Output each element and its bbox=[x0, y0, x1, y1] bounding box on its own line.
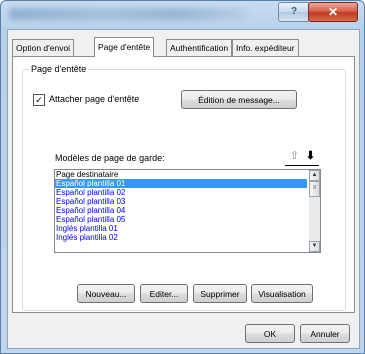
scroll-thumb[interactable]: ≡ bbox=[309, 181, 320, 197]
list-item[interactable]: Español plantilla 03 bbox=[55, 197, 307, 206]
move-down-icon[interactable]: ⬇ bbox=[304, 150, 317, 163]
cancel-button[interactable]: Annuler bbox=[300, 324, 350, 343]
list-item[interactable]: Inglés plantilla 02 bbox=[55, 233, 307, 242]
dialog-client-area: Option d'envoi Page d'entête Authentific… bbox=[7, 29, 360, 349]
list-item-selected[interactable]: Español plantilla 01 bbox=[55, 179, 307, 188]
attach-cover-page-checkbox[interactable]: ✓ bbox=[33, 94, 45, 106]
scroll-down-arrow-icon[interactable]: ▼ bbox=[309, 241, 320, 252]
cover-page-group: Page d'entête ✓ Attacher page d'entête É… bbox=[22, 64, 346, 311]
list-item[interactable]: Español plantilla 02 bbox=[55, 188, 307, 197]
delete-button[interactable]: Supprimer bbox=[193, 284, 247, 303]
tab-panel-page-entete: Page d'entête ✓ Attacher page d'entête É… bbox=[12, 56, 355, 313]
list-item[interactable]: Page destinataire bbox=[55, 170, 307, 179]
list-item[interactable]: Español plantilla 05 bbox=[55, 215, 307, 224]
group-legend: Page d'entête bbox=[29, 64, 89, 74]
attach-cover-page-label[interactable]: Attacher page d'entête bbox=[49, 94, 139, 104]
edit-message-button[interactable]: Édition de message... bbox=[181, 90, 297, 109]
window-title-blurred bbox=[9, 8, 249, 20]
cover-template-listbox[interactable]: Page destinataire Español plantilla 01 E… bbox=[54, 169, 321, 253]
templates-list-label: Modèles de page de garde: bbox=[55, 153, 165, 163]
list-item[interactable]: Inglés plantilla 01 bbox=[55, 224, 307, 233]
close-button[interactable]: ✕ bbox=[308, 2, 358, 22]
tab-option-envoi[interactable]: Option d'envoi bbox=[12, 39, 75, 56]
scroll-up-arrow-icon[interactable]: ▲ bbox=[309, 170, 320, 181]
template-list-items: Page destinataire Español plantilla 01 E… bbox=[55, 170, 307, 242]
tab-page-entete[interactable]: Page d'entête bbox=[94, 37, 155, 57]
tab-info-expediteur[interactable]: Info. expéditeur bbox=[232, 39, 299, 56]
help-button[interactable]: ? bbox=[278, 2, 310, 22]
list-item[interactable]: Español plantilla 04 bbox=[55, 206, 307, 215]
edit-button[interactable]: Editer... bbox=[140, 284, 188, 303]
move-up-icon[interactable]: ⇧ bbox=[288, 150, 301, 163]
dialog-window: ? ✕ Option d'envoi Page d'entête Authent… bbox=[0, 0, 365, 354]
preview-button[interactable]: Visualisation bbox=[251, 284, 313, 303]
title-bar[interactable]: ? ✕ bbox=[1, 1, 364, 29]
new-button[interactable]: Nouveau... bbox=[77, 284, 135, 303]
ok-button[interactable]: OK bbox=[245, 324, 295, 343]
arrows-underline bbox=[285, 165, 319, 166]
tab-authentification[interactable]: Authentification bbox=[166, 39, 233, 56]
listbox-scrollbar[interactable]: ▲ ≡ ▼ bbox=[309, 170, 320, 252]
